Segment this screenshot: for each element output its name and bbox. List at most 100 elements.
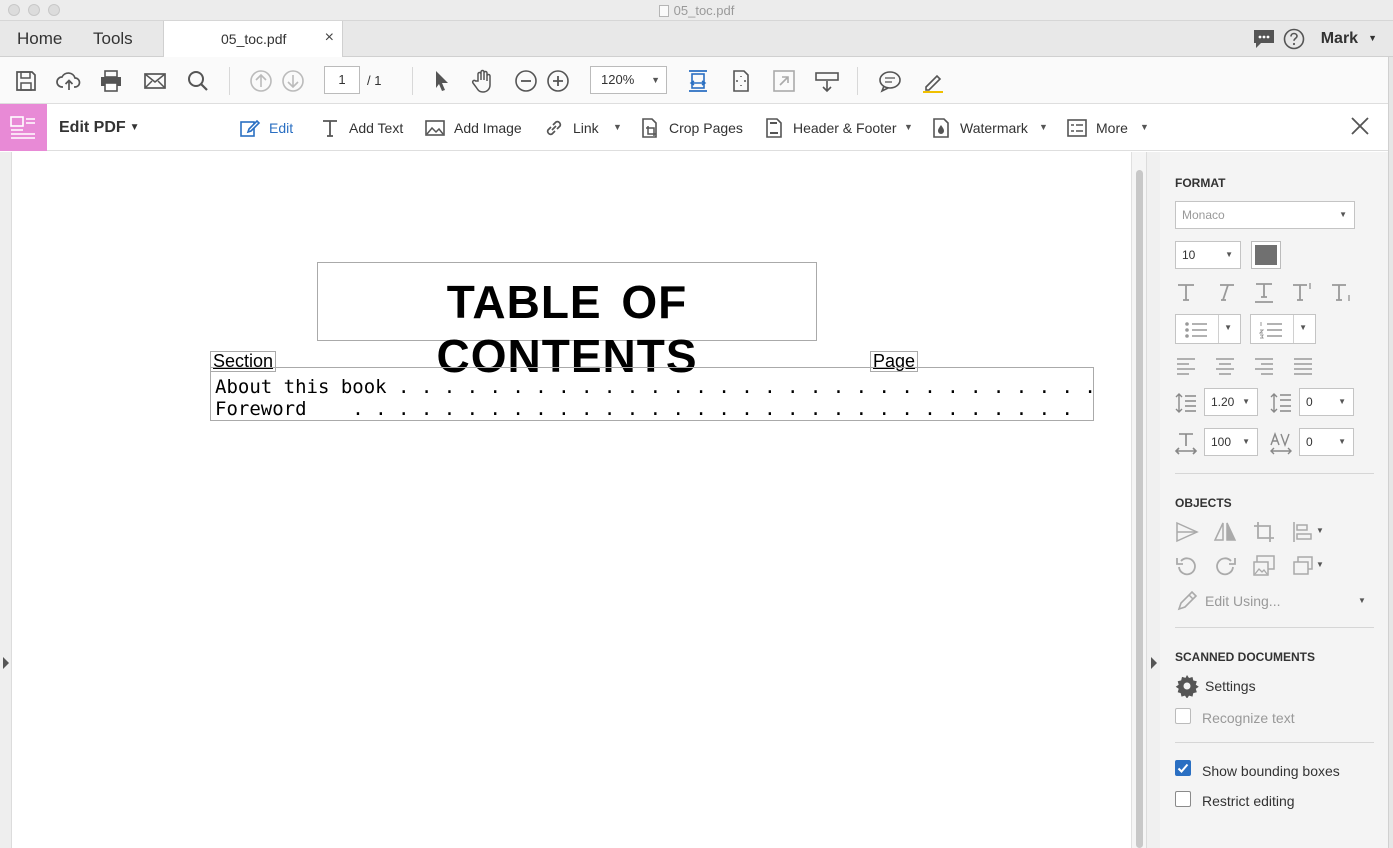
user-menu[interactable]: Mark ▼ bbox=[1321, 30, 1377, 48]
window-title-text: 05_toc.pdf bbox=[673, 3, 735, 18]
right-pane-toggle[interactable] bbox=[1146, 152, 1160, 848]
align-objects-icon[interactable] bbox=[1291, 520, 1315, 544]
line-spacing-icon[interactable] bbox=[1174, 391, 1198, 415]
left-pane-toggle[interactable] bbox=[0, 152, 12, 848]
comment-bubble-icon[interactable] bbox=[1252, 28, 1276, 50]
numbered-list-select[interactable]: ▼ bbox=[1250, 314, 1316, 344]
edit-pdf-toolbar: Edit PDF ▼ Edit Add Text Add Image Link ▼… bbox=[0, 104, 1393, 151]
font-family-select[interactable]: Monaco ▼ bbox=[1175, 201, 1355, 229]
panel-divider bbox=[1175, 627, 1374, 628]
restrict-editing-checkbox[interactable] bbox=[1175, 791, 1191, 807]
toc-title-bounding-box[interactable]: TABLE OF CONTENTS bbox=[317, 262, 817, 382]
tab-tools[interactable]: Tools bbox=[93, 29, 133, 49]
help-icon[interactable] bbox=[1283, 28, 1305, 50]
edit-pdf-title: Edit PDF bbox=[59, 119, 126, 136]
close-tab-icon[interactable]: × bbox=[325, 29, 334, 47]
crop-icon[interactable] bbox=[1252, 520, 1276, 544]
text-plain-icon[interactable] bbox=[1174, 280, 1198, 304]
add-image-button[interactable]: Add Image bbox=[424, 116, 522, 140]
watermark-chevron-down-icon[interactable]: ▼ bbox=[1039, 122, 1048, 132]
align-objects-chevron-down-icon[interactable]: ▼ bbox=[1316, 526, 1324, 535]
numbered-list-chevron-down-icon: ▼ bbox=[1299, 323, 1307, 332]
horizontal-scaling-icon[interactable] bbox=[1174, 431, 1198, 455]
arrange-objects-chevron-down-icon[interactable]: ▼ bbox=[1316, 560, 1324, 569]
zoom-out-icon[interactable] bbox=[513, 68, 539, 94]
align-right-icon[interactable] bbox=[1252, 354, 1276, 378]
paragraph-spacing-select[interactable]: 0 ▼ bbox=[1299, 388, 1354, 416]
align-left-icon[interactable] bbox=[1174, 354, 1198, 378]
text-superscript-icon[interactable] bbox=[1291, 280, 1315, 304]
header-footer-chevron-down-icon[interactable]: ▼ bbox=[904, 122, 913, 132]
recognize-text-checkbox[interactable] bbox=[1175, 708, 1191, 724]
highlight-pen-icon[interactable] bbox=[920, 68, 946, 94]
toolbar-divider bbox=[857, 67, 858, 95]
text-underline-icon[interactable] bbox=[1252, 280, 1276, 304]
line-spacing-select[interactable]: 1.20 ▼ bbox=[1204, 388, 1258, 416]
comment-icon[interactable] bbox=[877, 68, 903, 94]
edit-pdf-badge[interactable] bbox=[0, 104, 47, 151]
close-icon[interactable] bbox=[1349, 115, 1371, 137]
vertical-scrollbar[interactable] bbox=[1131, 152, 1146, 848]
numbered-list-divider bbox=[1293, 315, 1294, 343]
font-size-select[interactable]: 10 ▼ bbox=[1175, 241, 1241, 269]
zoom-in-icon[interactable] bbox=[545, 68, 571, 94]
rotate-clockwise-icon[interactable] bbox=[1213, 554, 1237, 578]
arrange-objects-icon[interactable] bbox=[1291, 554, 1315, 578]
toc-entries-bounding-box[interactable]: About this book . . . . . . . . . . . . … bbox=[210, 367, 1096, 421]
paragraph-spacing-chevron-down-icon: ▼ bbox=[1338, 397, 1346, 406]
crop-pages-button[interactable]: Crop Pages bbox=[639, 116, 743, 140]
format-side-panel: FORMAT Monaco ▼ 10 ▼ ▼ ▼ 1.20 ▼ 0 ▼ 100 ▼ 0 ▼ bbox=[1160, 152, 1388, 848]
cloud-upload-icon[interactable] bbox=[56, 68, 82, 94]
next-page-icon[interactable] bbox=[280, 68, 306, 94]
link-label: Link bbox=[573, 120, 599, 136]
horizontal-scaling-select[interactable]: 100 ▼ bbox=[1204, 428, 1258, 456]
paragraph-spacing-icon[interactable] bbox=[1269, 391, 1293, 415]
add-text-button[interactable]: Add Text bbox=[319, 116, 403, 140]
read-mode-icon[interactable] bbox=[814, 68, 840, 94]
user-name: Mark bbox=[1320, 30, 1359, 47]
tab-document[interactable]: 05_toc.pdf × bbox=[163, 21, 343, 57]
text-subscript-icon[interactable] bbox=[1330, 280, 1354, 304]
page-number-input[interactable]: 1 bbox=[324, 66, 360, 94]
font-size-value: 10 bbox=[1182, 248, 1196, 262]
print-icon[interactable] bbox=[98, 68, 124, 94]
replace-image-icon[interactable] bbox=[1252, 554, 1276, 578]
link-chevron-down-icon[interactable]: ▼ bbox=[613, 122, 622, 132]
edit-pdf-menu[interactable]: Edit PDF ▼ bbox=[59, 119, 140, 137]
panel-divider bbox=[1175, 473, 1374, 474]
save-icon[interactable] bbox=[13, 68, 39, 94]
more-chevron-down-icon[interactable]: ▼ bbox=[1140, 122, 1149, 132]
header-footer-label: Header & Footer bbox=[793, 120, 897, 136]
text-color-swatch[interactable] bbox=[1251, 241, 1281, 269]
fit-page-icon[interactable] bbox=[728, 68, 754, 94]
bullet-list-select[interactable]: ▼ bbox=[1175, 314, 1241, 344]
text-italic-icon[interactable] bbox=[1213, 280, 1237, 304]
more-label: More bbox=[1096, 120, 1128, 136]
previous-page-icon[interactable] bbox=[248, 68, 274, 94]
line-spacing-value: 1.20 bbox=[1211, 395, 1235, 409]
edit-text-image-icon bbox=[240, 119, 261, 137]
header-footer-button[interactable]: Header & Footer bbox=[763, 116, 897, 140]
link-button[interactable]: Link bbox=[543, 116, 599, 140]
search-icon[interactable] bbox=[185, 68, 211, 94]
full-screen-icon[interactable] bbox=[771, 68, 797, 94]
align-justify-icon[interactable] bbox=[1291, 354, 1315, 378]
email-icon[interactable] bbox=[142, 68, 168, 94]
flip-vertical-icon[interactable] bbox=[1213, 520, 1237, 544]
character-spacing-select[interactable]: 0 ▼ bbox=[1299, 428, 1354, 456]
hand-tool-icon[interactable] bbox=[470, 68, 496, 94]
flip-horizontal-icon[interactable] bbox=[1175, 520, 1199, 544]
tab-home[interactable]: Home bbox=[17, 29, 62, 49]
select-cursor-icon[interactable] bbox=[428, 68, 454, 94]
fit-width-icon[interactable] bbox=[685, 68, 711, 94]
edit-tool-button[interactable]: Edit bbox=[239, 116, 293, 140]
rotate-counterclockwise-icon[interactable] bbox=[1175, 554, 1199, 578]
show-bounding-boxes-checkbox[interactable] bbox=[1175, 760, 1191, 776]
watermark-button[interactable]: Watermark bbox=[930, 116, 1028, 140]
character-spacing-icon[interactable] bbox=[1269, 431, 1293, 455]
align-center-icon[interactable] bbox=[1213, 354, 1237, 378]
zoom-level-select[interactable]: 120% ▼ bbox=[590, 66, 667, 94]
scrollbar-thumb[interactable] bbox=[1136, 170, 1143, 848]
expand-left-pane-icon bbox=[3, 657, 9, 669]
more-button[interactable]: More bbox=[1066, 116, 1128, 140]
